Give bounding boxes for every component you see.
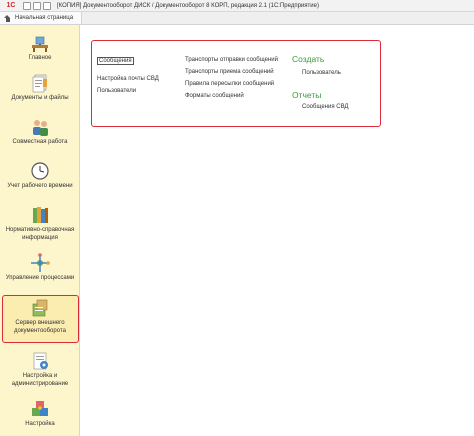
window-icon[interactable] [33,1,41,10]
section-panel: Сообщения Настройка почты СВД Пользовате… [91,40,381,127]
link-create-user[interactable]: Пользователь [302,70,341,76]
sidebar-item-label: Совместная работа [12,139,68,145]
sidebar-item-time-tracking[interactable]: Учет рабочего времени [0,161,80,191]
window-title: [КОПИЯ] Документооборот ДИСК / Документо… [57,2,319,9]
people-icon [33,120,48,136]
tab-bar: Начальная страница [0,12,474,25]
sidebar-item-collaboration[interactable]: Совместная работа [0,117,80,147]
home-icon [4,14,11,22]
tab-home[interactable]: Начальная страница [0,12,83,24]
link-users[interactable]: Пользователи [97,88,136,94]
link-report-svd-messages[interactable]: Сообщения СВД [302,104,349,110]
link-message-formats[interactable]: Форматы сообщений [185,93,244,99]
sidebar-item-label: Нормативно-справочная информация [5,227,75,241]
sidebar-item-external-edo-server[interactable]: Сервер внешнего документооборота [0,298,80,335]
sidebar-item-settings[interactable]: Настройка [0,399,80,429]
desk-icon [32,36,48,52]
sidebar-item-reference-info[interactable]: Нормативно-справочная информация [0,205,80,242]
sections-sidebar: Главное Документы и файлы Совместная раб… [0,25,80,436]
sidebar-item-label: Документы и файлы [11,95,69,101]
books-icon [33,207,48,223]
process-icon [31,253,50,272]
reports-heading: Отчеты [292,90,322,100]
title-bar: 1С [КОПИЯ] Документооборот ДИСК / Докуме… [0,0,474,12]
documents-icon [32,74,47,93]
server-icon [32,299,48,317]
tab-home-label: Начальная страница [15,15,74,21]
link-receive-transports[interactable]: Транспорты приема сообщений [185,69,274,75]
puzzle-icon [32,401,48,416]
link-svd-mail-settings[interactable]: Настройка почты СВД [97,76,159,82]
link-messages[interactable]: Сообщения [97,57,134,65]
app-logo: 1С [3,1,19,11]
sidebar-item-main[interactable]: Главное [0,33,80,63]
app-logo-text: 1С [6,2,16,9]
titlebar-toolbar [23,1,51,10]
clock-icon [31,162,49,180]
sidebar-item-label: Настройка и администрирование [11,373,69,387]
sidebar-item-process-management[interactable]: Управление процессами [0,253,80,283]
sidebar-item-label: Главное [28,55,52,61]
settings-doc-icon [33,352,48,370]
sidebar-item-setup-admin[interactable]: Настройка и администрирование [0,351,80,388]
menu-icon[interactable] [23,1,31,10]
sidebar-item-label: Сервер внешнего документооборота [14,320,66,334]
sidebar-item-label: Настройка [25,421,55,427]
link-send-transports[interactable]: Транспорты отправки сообщений [185,57,278,63]
sidebar-item-label: Учет рабочего времени [7,183,73,189]
sidebar-item-label: Управление процессами [5,275,75,281]
link-forwarding-rules[interactable]: Правила пересылки сообщений [185,81,274,87]
create-heading: Создать [292,54,325,64]
sidebar-item-documents[interactable]: Документы и файлы [0,73,80,103]
history-icon[interactable] [43,1,51,10]
